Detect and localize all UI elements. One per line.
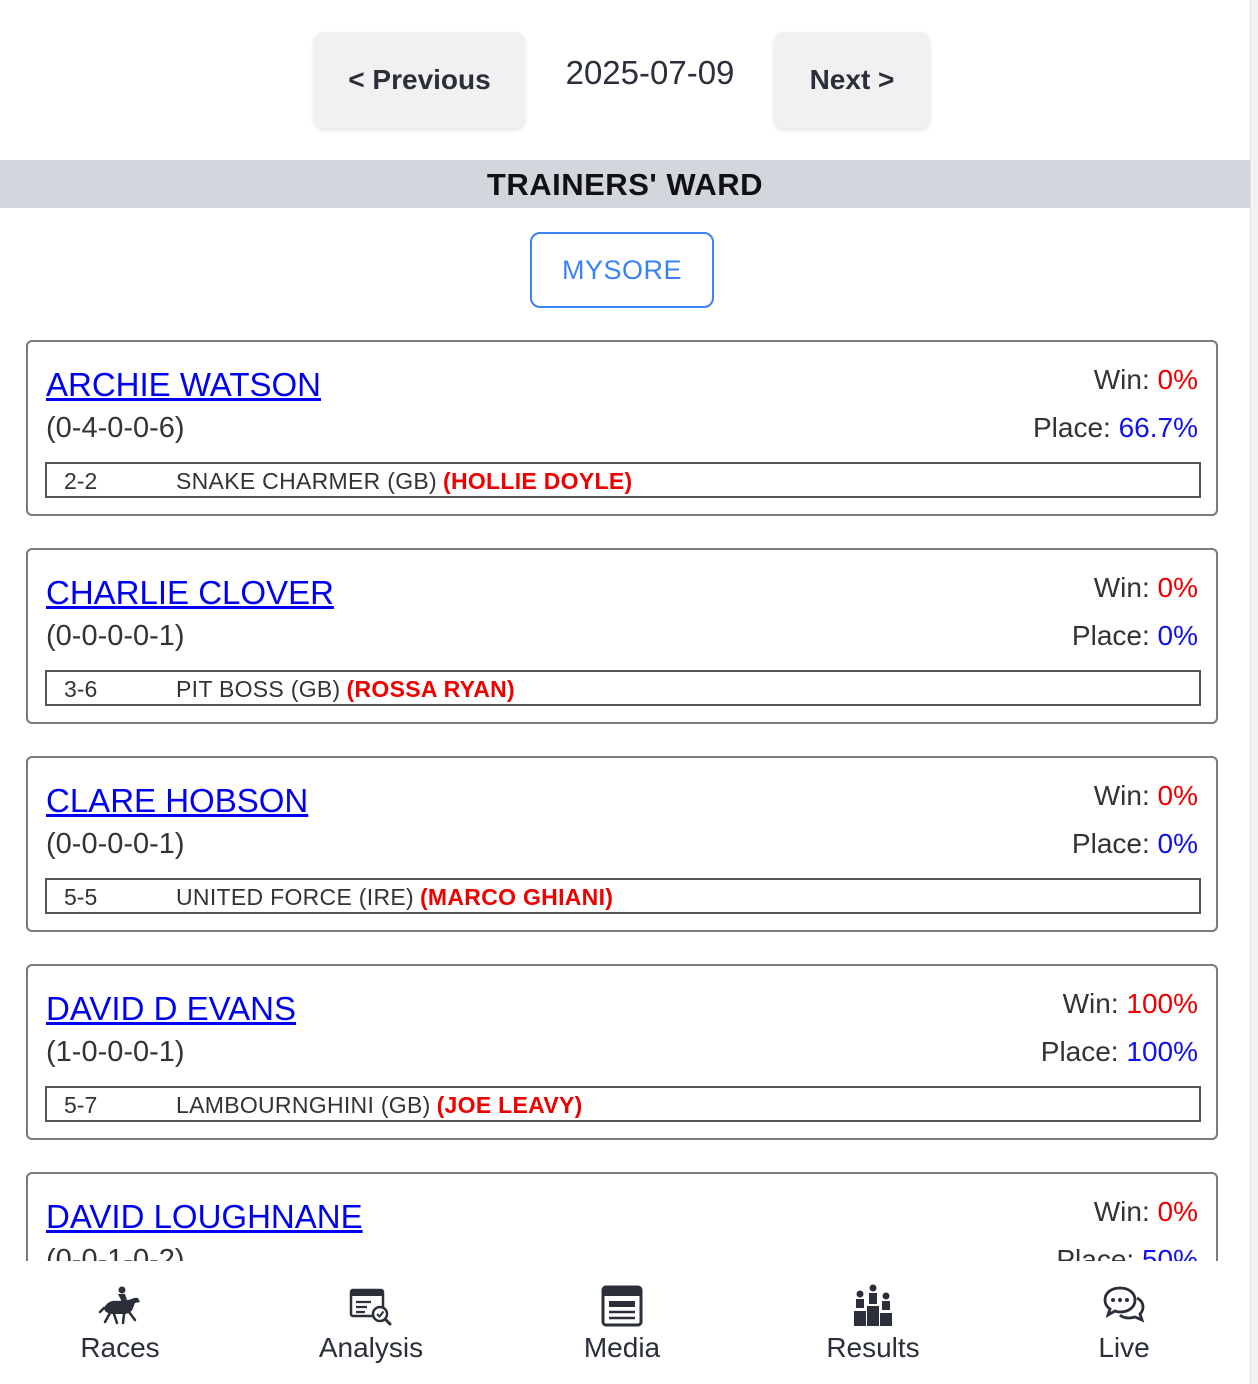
horse-name: SNAKE CHARMER (GB) bbox=[176, 468, 437, 494]
horse-entry: LAMBOURNGHINI (GB) (JOE LEAVY) bbox=[176, 1092, 583, 1119]
race-runner-number: 5-7 bbox=[64, 1092, 98, 1118]
nav-races[interactable]: Races bbox=[20, 1262, 220, 1384]
place-percent: 66.7% bbox=[1118, 412, 1198, 443]
jockey-name: (JOE LEAVY) bbox=[436, 1092, 583, 1118]
trainer-record: (1-0-0-0-1) bbox=[46, 1036, 185, 1068]
horse-entry: UNITED FORCE (IRE) (MARCO GHIANI) bbox=[176, 884, 613, 911]
race-runner-number: 2-2 bbox=[64, 468, 98, 494]
trainer-name-link[interactable]: ARCHIE WATSON bbox=[46, 366, 321, 404]
win-percent: 0% bbox=[1157, 364, 1198, 395]
place-stat: Place: 100% bbox=[1041, 1036, 1198, 1068]
page-scrollbar[interactable] bbox=[1250, 0, 1258, 1384]
previous-day-button[interactable]: < Previous bbox=[314, 32, 525, 128]
place-stat: Place: 0% bbox=[1072, 828, 1198, 860]
race-runner-number: 5-5 bbox=[64, 884, 98, 910]
venue-button[interactable]: MYSORE bbox=[530, 232, 714, 308]
place-label: Place: bbox=[1056, 1244, 1142, 1261]
win-percent: 0% bbox=[1157, 780, 1198, 811]
place-stat: Place: 50% bbox=[1056, 1244, 1198, 1261]
horse-name: UNITED FORCE (IRE) bbox=[176, 884, 414, 910]
next-day-button[interactable]: Next > bbox=[774, 32, 930, 128]
trainer-record: (0-0-1-0-2) bbox=[46, 1244, 185, 1261]
place-percent: 0% bbox=[1157, 828, 1198, 859]
win-percent: 100% bbox=[1126, 988, 1198, 1019]
place-percent: 50% bbox=[1141, 1244, 1198, 1261]
runner-row[interactable]: 3-6 PIT BOSS (GB) (ROSSA RYAN) bbox=[45, 670, 1201, 706]
race-runner-number: 3-6 bbox=[64, 676, 98, 702]
nav-label: Analysis bbox=[318, 1332, 424, 1363]
place-stat: Place: 0% bbox=[1072, 620, 1198, 652]
place-label: Place: bbox=[1071, 828, 1158, 859]
trainer-name-link[interactable]: DAVID D EVANS bbox=[46, 990, 296, 1028]
place-label: Place: bbox=[1032, 412, 1119, 443]
horse-rider-icon bbox=[98, 1286, 140, 1325]
jockey-name: (HOLLIE DOYLE) bbox=[442, 468, 633, 494]
trainer-list[interactable]: ARCHIE WATSON (0-4-0-0-6) Win: 0% Place:… bbox=[0, 320, 1250, 1261]
runner-row[interactable]: 5-5 UNITED FORCE (IRE) (MARCO GHIANI) bbox=[45, 878, 1201, 914]
runner-row[interactable]: 2-2 SNAKE CHARMER (GB) (HOLLIE DOYLE) bbox=[45, 462, 1201, 498]
nav-label: Races bbox=[80, 1332, 160, 1363]
place-stat: Place: 66.7% bbox=[1033, 412, 1198, 444]
win-stat: Win: 100% bbox=[1063, 988, 1198, 1020]
date-navigation: < Previous 2025-07-09 Next > bbox=[0, 32, 1250, 128]
win-stat: Win: 0% bbox=[1094, 1196, 1198, 1228]
runner-row[interactable]: 5-7 LAMBOURNGHINI (GB) (JOE LEAVY) bbox=[45, 1086, 1201, 1122]
nav-live[interactable]: Live bbox=[1024, 1262, 1224, 1384]
current-date: 2025-07-09 bbox=[565, 54, 735, 91]
trainer-name-link[interactable]: DAVID LOUGHNANE bbox=[46, 1198, 363, 1236]
place-label: Place: bbox=[1040, 1036, 1127, 1067]
win-label: Win: bbox=[1093, 572, 1158, 603]
win-label: Win: bbox=[1093, 1196, 1158, 1227]
analysis-icon bbox=[349, 1288, 392, 1326]
nav-analysis[interactable]: Analysis bbox=[271, 1262, 471, 1384]
win-percent: 0% bbox=[1157, 572, 1198, 603]
nav-results[interactable]: Results bbox=[773, 1262, 973, 1384]
trainer-record: (0-0-0-0-1) bbox=[46, 828, 185, 860]
trainer-record: (0-4-0-0-6) bbox=[46, 412, 185, 444]
win-percent: 0% bbox=[1157, 1196, 1198, 1227]
jockey-name: (ROSSA RYAN) bbox=[346, 676, 515, 702]
trainer-card: DAVID D EVANS (1-0-0-0-1) Win: 100% Plac… bbox=[26, 964, 1218, 1140]
bottom-navigation: Races Analysis Media Results Live bbox=[0, 1262, 1250, 1384]
nav-label: Media bbox=[583, 1332, 661, 1363]
nav-media[interactable]: Media bbox=[522, 1262, 722, 1384]
place-percent: 100% bbox=[1126, 1036, 1198, 1067]
horse-name: PIT BOSS (GB) bbox=[176, 676, 341, 702]
trainer-name-link[interactable]: CHARLIE CLOVER bbox=[46, 574, 334, 612]
jockey-name: (MARCO GHIANI) bbox=[419, 884, 614, 910]
trainer-card: CLARE HOBSON (0-0-0-0-1) Win: 0% Place: … bbox=[26, 756, 1218, 932]
horse-entry: SNAKE CHARMER (GB) (HOLLIE DOYLE) bbox=[176, 468, 632, 495]
place-percent: 0% bbox=[1157, 620, 1198, 651]
win-label: Win: bbox=[1093, 364, 1158, 395]
win-stat: Win: 0% bbox=[1094, 780, 1198, 812]
nav-label: Live bbox=[1098, 1332, 1150, 1363]
trainer-card: DAVID LOUGHNANE (0-0-1-0-2) Win: 0% Plac… bbox=[26, 1172, 1218, 1261]
podium-icon bbox=[854, 1284, 892, 1326]
trainer-record: (0-0-0-0-1) bbox=[46, 620, 185, 652]
trainer-name-link[interactable]: CLARE HOBSON bbox=[46, 782, 308, 820]
win-label: Win: bbox=[1093, 780, 1158, 811]
nav-label: Results bbox=[826, 1332, 920, 1363]
horse-name: LAMBOURNGHINI (GB) bbox=[176, 1092, 431, 1118]
trainer-card: ARCHIE WATSON (0-4-0-0-6) Win: 0% Place:… bbox=[26, 340, 1218, 516]
win-label: Win: bbox=[1062, 988, 1127, 1019]
section-title: TRAINERS' WARD bbox=[0, 160, 1250, 208]
horse-entry: PIT BOSS (GB) (ROSSA RYAN) bbox=[176, 676, 515, 703]
chat-bubbles-icon bbox=[1103, 1286, 1145, 1323]
win-stat: Win: 0% bbox=[1094, 364, 1198, 396]
media-icon bbox=[601, 1285, 643, 1327]
win-stat: Win: 0% bbox=[1094, 572, 1198, 604]
place-label: Place: bbox=[1071, 620, 1158, 651]
trainer-card: CHARLIE CLOVER (0-0-0-0-1) Win: 0% Place… bbox=[26, 548, 1218, 724]
